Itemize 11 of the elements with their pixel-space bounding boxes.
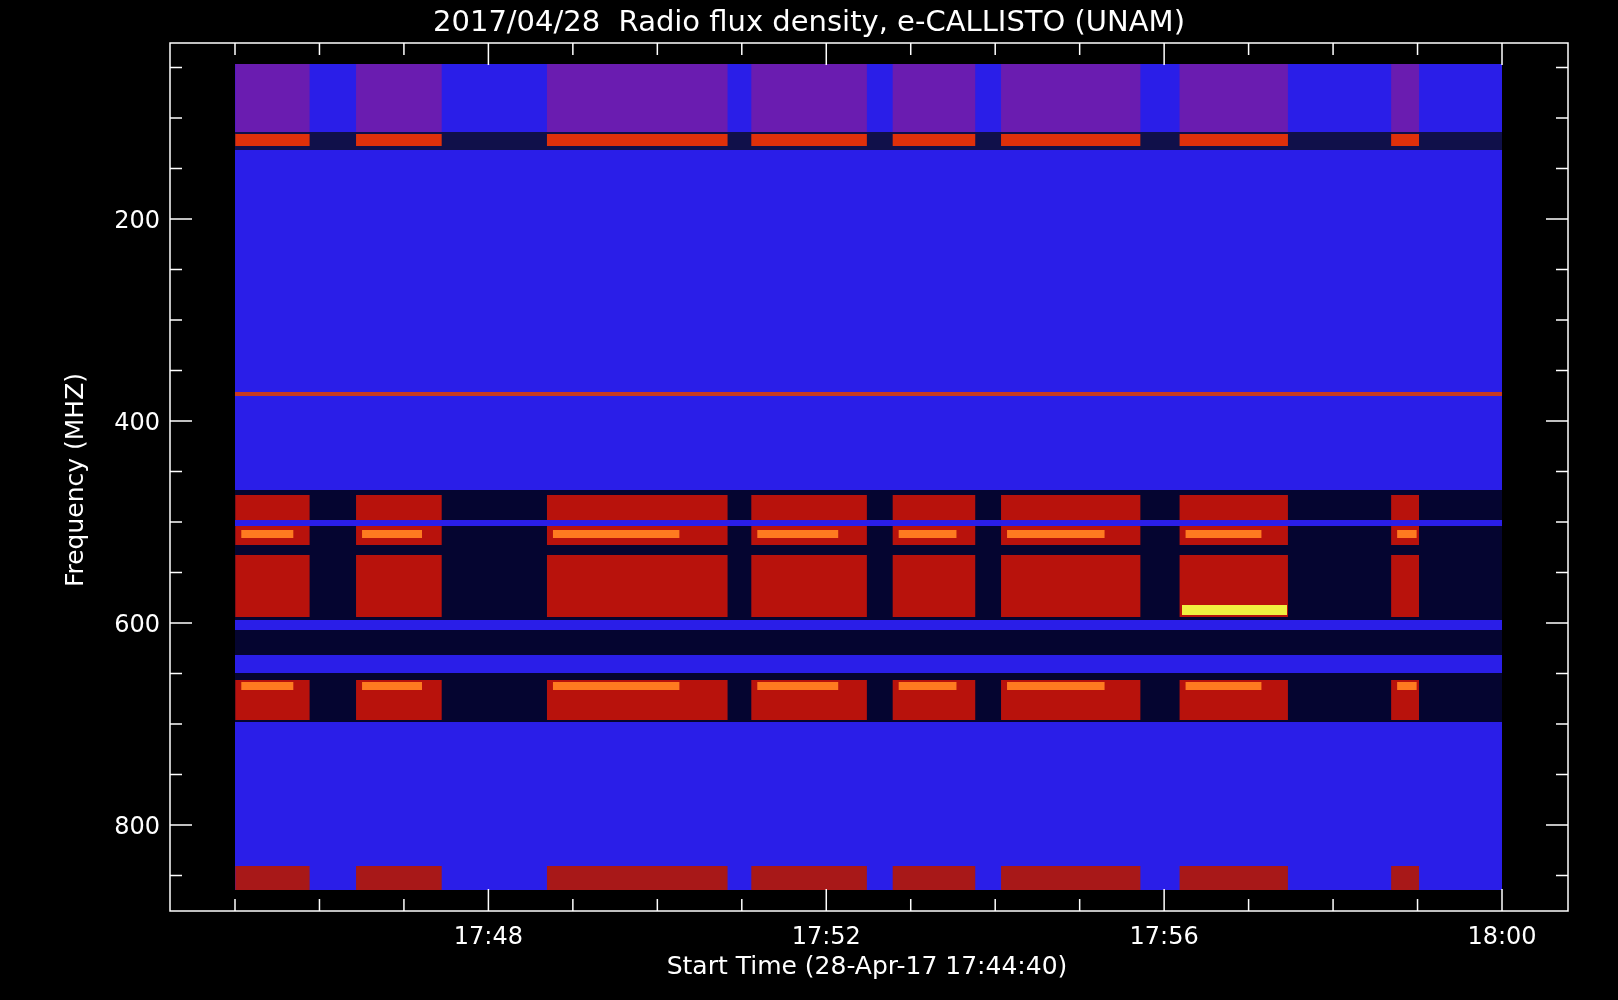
x-axis-label: Start Time (28-Apr-17 17:44:40)	[666, 951, 1068, 980]
y-tick-label: 400	[114, 408, 160, 436]
y-axis-label: Frequency (MHZ)	[60, 372, 89, 588]
x-tick-label: 17:48	[453, 922, 523, 950]
y-tick-label: 800	[114, 812, 160, 840]
y-tick-label: 600	[114, 610, 160, 638]
x-tick-label: 17:52	[791, 922, 861, 950]
x-tick-label: 17:56	[1129, 922, 1199, 950]
x-tick-label: 18:00	[1467, 922, 1537, 950]
chart-title: 2017/04/28 Radio flux density, e-CALLISTO (UNAM)	[433, 4, 1185, 38]
y-tick-label: 200	[114, 206, 160, 234]
